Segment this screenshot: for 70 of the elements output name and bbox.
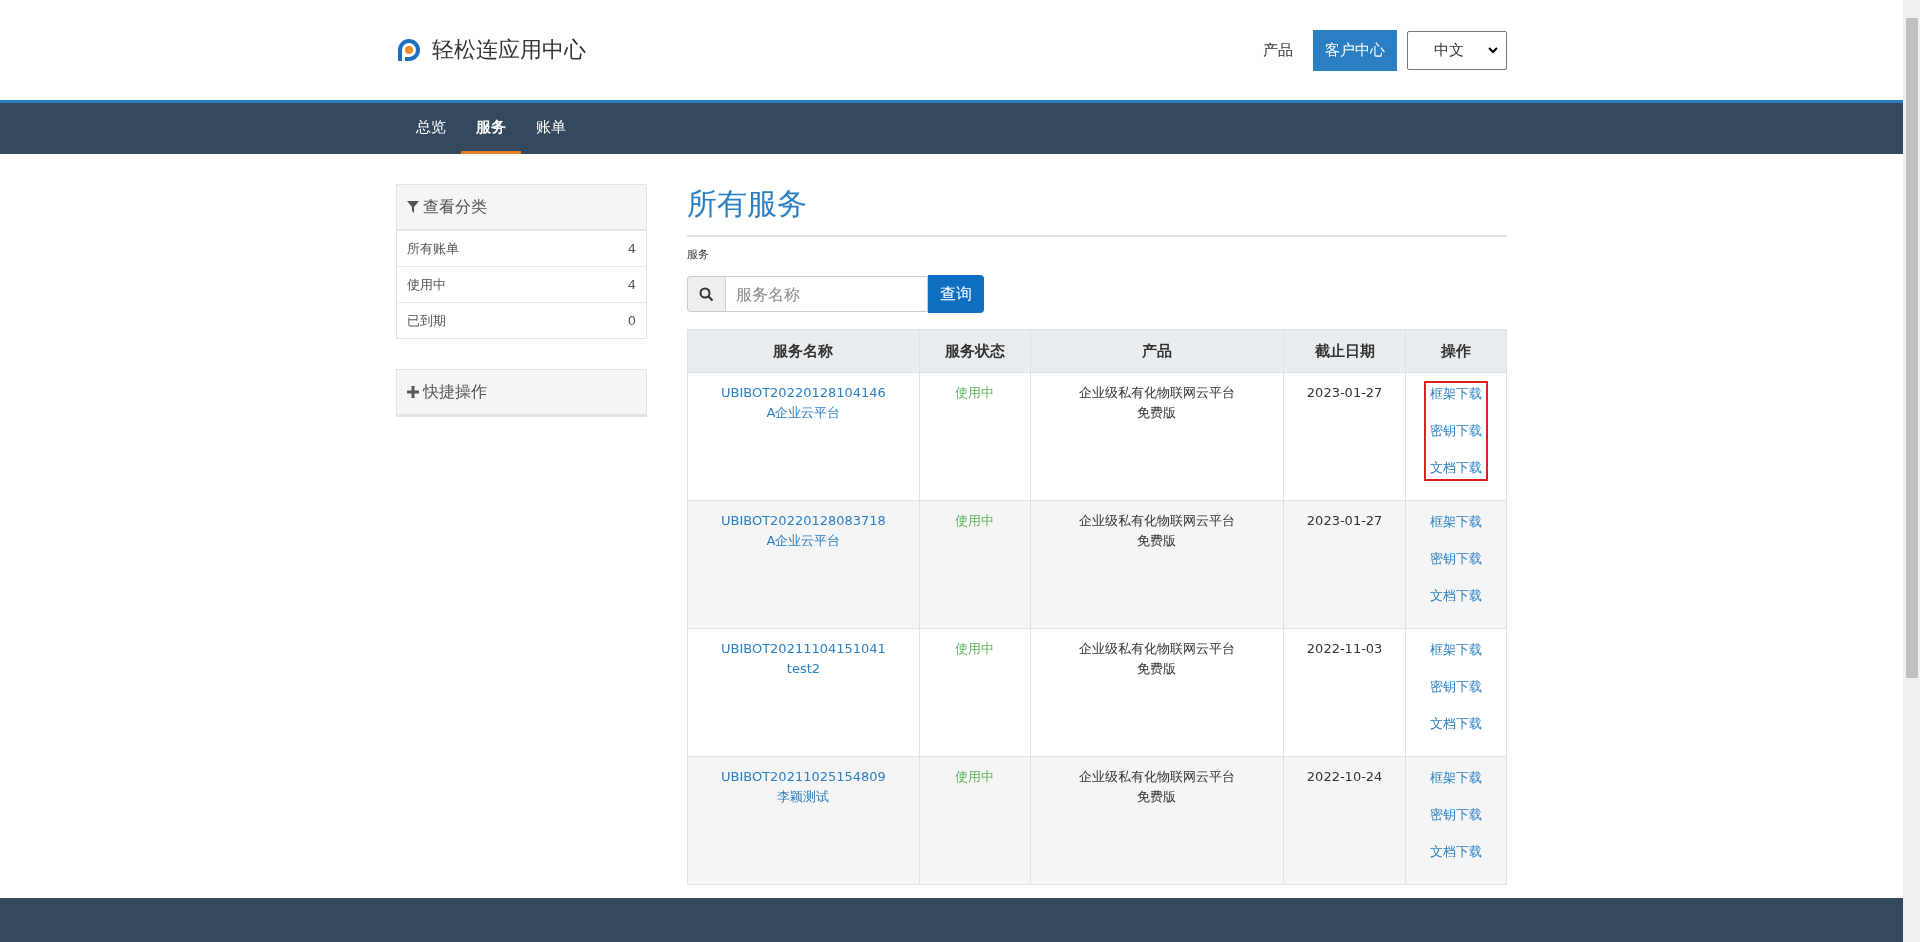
customer-center-button[interactable]: 客户中心 [1313,29,1397,71]
download-link[interactable]: 文档下载 [1430,842,1482,862]
category-label: 使用中 [407,275,446,294]
download-link[interactable]: 框架下载 [1430,640,1482,660]
breadcrumb: 服务 [687,247,710,262]
download-link[interactable]: 框架下载 [1430,384,1482,404]
status-text: 使用中 [955,769,995,784]
product-edition: 免费版 [1136,788,1178,806]
panel-title: 查看分类 [423,196,487,218]
panel-title: 快捷操作 [423,381,487,403]
search-field[interactable]: 服务名称 [725,276,928,312]
column-header: 服务状态 [919,329,1031,373]
product-edition: 免费版 [1136,404,1178,422]
brand-name: 轻松连应用中心 [432,36,586,64]
column-header: 截止日期 [1283,329,1406,373]
download-link[interactable]: 密钥下载 [1430,677,1482,697]
column-header: 产品 [1030,329,1284,373]
search-icon [699,286,714,302]
product-name: 企业级私有化物联网云平台 [1077,768,1236,786]
column-header: 操作 [1405,329,1507,373]
status-text: 使用中 [955,513,995,528]
product-name: 企业级私有化物联网云平台 [1077,512,1236,530]
nav-tab[interactable]: 账单 [521,103,581,154]
page-title: 所有服务 [687,184,1507,237]
filter-icon [407,201,419,213]
category-label: 所有账单 [407,239,459,258]
scrollbar[interactable] [1903,0,1920,942]
download-link[interactable]: 文档下载 [1430,714,1482,734]
expiry-date: 2022-11-03 [1305,640,1384,658]
service-id-link[interactable]: UBIBOT20211025154809 [692,767,915,787]
download-link[interactable]: 文档下载 [1430,458,1482,478]
category-item[interactable]: 所有账单 4 [397,230,646,266]
download-link[interactable]: 框架下载 [1430,768,1482,788]
service-id-link[interactable]: UBIBOT20220128104146 [692,383,915,403]
nav-tab[interactable]: 服务 [461,103,521,154]
download-link[interactable]: 框架下载 [1430,512,1482,532]
nav-link[interactable]: 产品 [1263,40,1293,60]
expiry-date: 2022-10-24 [1305,768,1384,786]
service-name-link[interactable]: 李颖测试 [692,787,915,807]
nav-tab[interactable]: 总览 [401,103,461,154]
download-link[interactable]: 密钥下载 [1430,805,1482,825]
download-link[interactable]: 文档下载 [1430,586,1482,606]
service-id-link[interactable]: UBIBOT20220128083718 [692,511,915,531]
product-name: 企业级私有化物联网云平台 [1077,384,1236,402]
service-name-link[interactable]: A企业云平台 [692,403,915,423]
expiry-date: 2023-01-27 [1305,384,1384,402]
logo-icon [396,37,422,63]
product-name: 企业级私有化物联网云平台 [1077,640,1236,658]
chevron-down-icon [1488,46,1498,54]
category-item[interactable]: 已到期 0 [397,302,646,338]
service-name-link[interactable]: test2 [692,659,915,679]
column-header: 服务名称 [687,329,920,373]
category-count: 0 [627,313,636,328]
product-edition: 免费版 [1136,532,1178,550]
category-label: 已到期 [407,311,446,330]
plus-icon [407,386,419,398]
product-edition: 免费版 [1136,660,1178,678]
download-link[interactable]: 密钥下载 [1430,421,1482,441]
panel-header[interactable]: 快捷操作 [397,370,646,416]
query-button[interactable]: 查询 [928,275,984,313]
category-count: 4 [627,241,636,256]
category-item[interactable]: 使用中 4 [397,266,646,302]
expiry-date: 2023-01-27 [1305,512,1384,530]
status-text: 使用中 [955,385,995,400]
category-count: 4 [627,277,636,292]
download-link[interactable]: 密钥下载 [1430,549,1482,569]
service-id-link[interactable]: UBIBOT20211104151041 [692,639,915,659]
language-select[interactable]: 中文 [1407,30,1507,70]
status-text: 使用中 [955,641,995,656]
service-name-link[interactable]: A企业云平台 [692,531,915,551]
